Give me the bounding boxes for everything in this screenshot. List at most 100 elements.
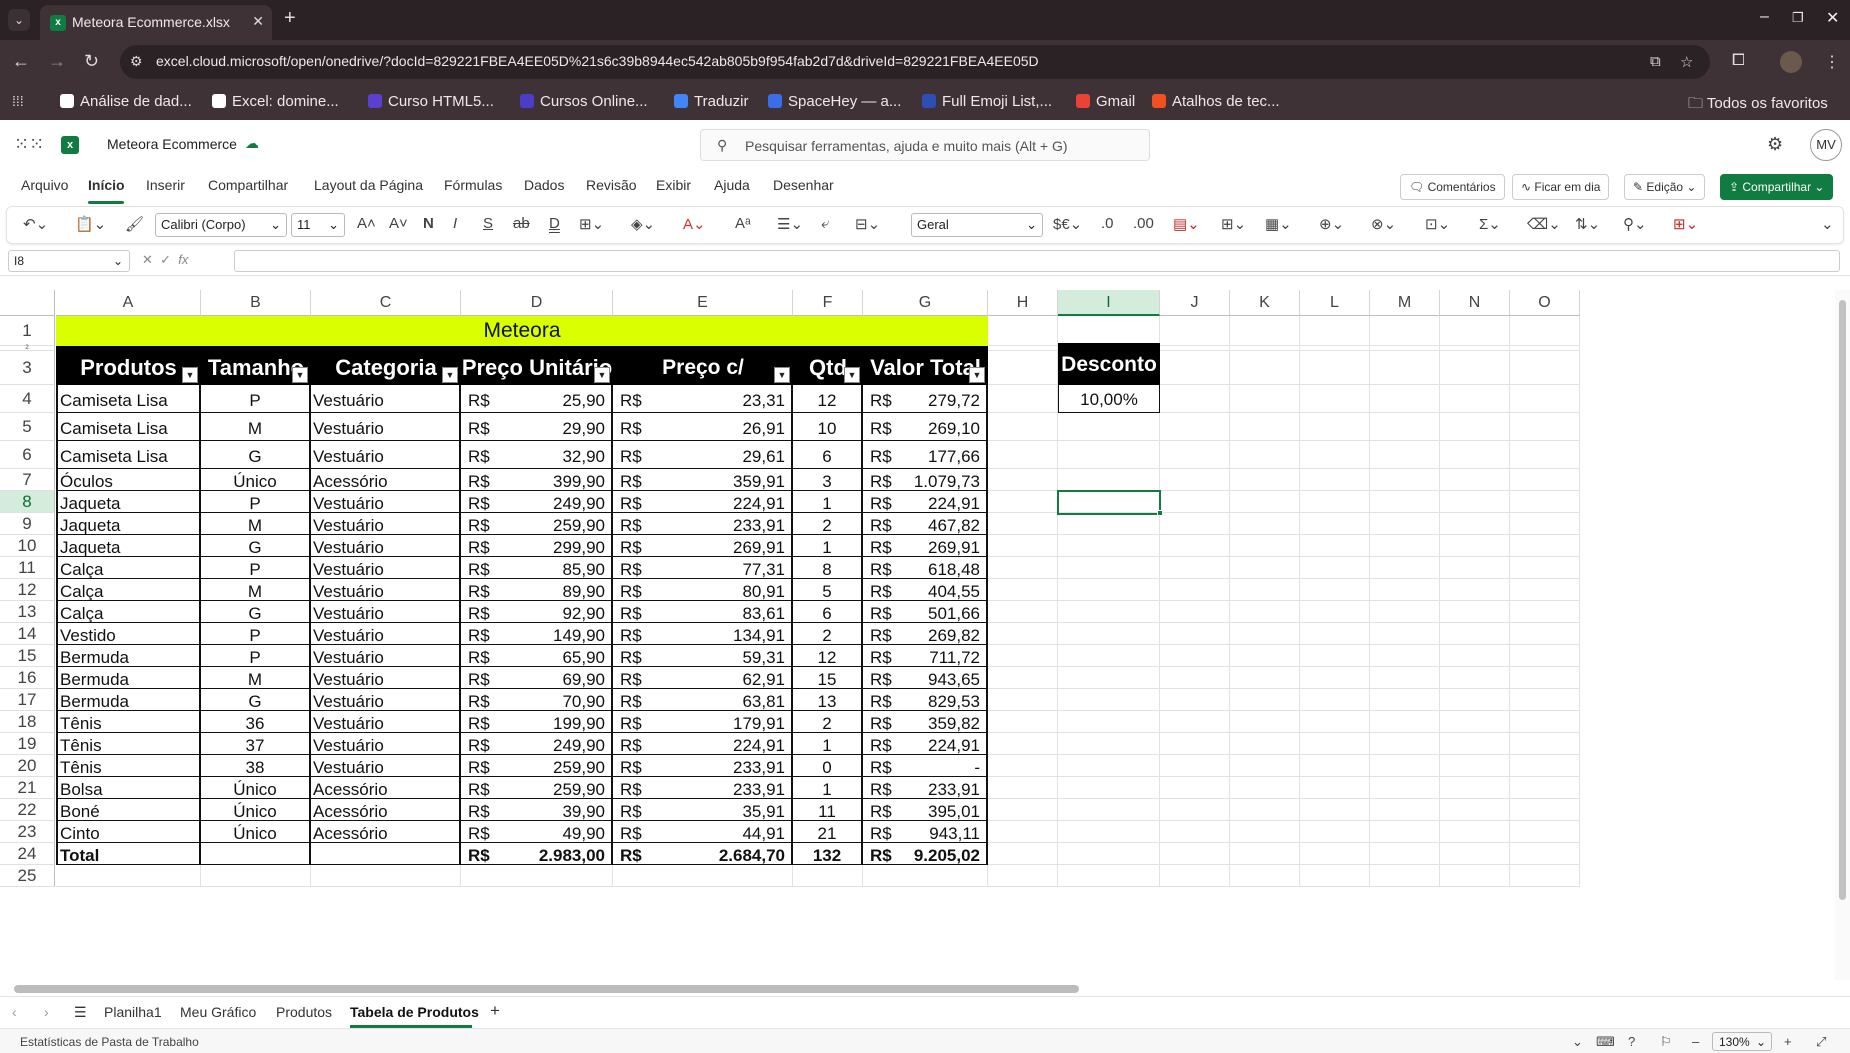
font-size-select[interactable]: 11 ⌄ — [291, 213, 345, 237]
table-cell[interactable]: R$ 829,53 — [863, 689, 988, 711]
table-cell[interactable]: M — [201, 413, 311, 441]
row-header-18[interactable]: 18 — [0, 711, 55, 733]
total-cell[interactable]: R$ 9.205,02 — [863, 843, 988, 865]
sheet-tab-tabela-de-produtos[interactable]: Tabela de Produtos — [350, 1004, 479, 1020]
table-cell[interactable]: Vestuário — [311, 535, 461, 557]
table-cell[interactable]: Vestuário — [311, 667, 461, 689]
decrease-font-icon[interactable]: A˅ — [389, 215, 408, 232]
url-text[interactable]: excel.cloud.microsoft/open/onedrive/?doc… — [156, 53, 1039, 69]
format-painter-icon[interactable]: 🖌 — [125, 215, 144, 233]
table-cell[interactable]: Bermuda — [56, 689, 201, 711]
reload-icon[interactable]: ↻ — [84, 51, 99, 72]
table-cell[interactable]: Vestuário — [311, 755, 461, 777]
table-cell[interactable]: Tênis — [56, 755, 201, 777]
table-cell[interactable]: G — [201, 601, 311, 623]
row-header-17[interactable]: 17 — [0, 689, 55, 711]
settings-gear-icon[interactable]: ⚙ — [1767, 134, 1783, 155]
all-sheets-icon[interactable]: ☰ — [74, 1004, 87, 1021]
column-header-g[interactable]: G — [863, 290, 988, 316]
column-header-o[interactable]: O — [1510, 290, 1580, 316]
site-info-icon[interactable]: ⚙ — [130, 53, 143, 70]
table-cell[interactable]: R$ 62,91 — [613, 667, 793, 689]
table-cell[interactable]: R$ 77,31 — [613, 557, 793, 579]
table-cell[interactable]: R$ 49,90 — [461, 821, 613, 843]
table-cell[interactable]: 13 — [793, 689, 863, 711]
table-cell[interactable]: R$ 299,90 — [461, 535, 613, 557]
increase-decimal-icon[interactable]: .0 — [1101, 215, 1114, 232]
bookmark-item[interactable]: Gmail — [1076, 93, 1135, 110]
bookmark-item[interactable]: Cursos Online... — [520, 93, 648, 110]
tab-list-icon[interactable]: ⌄ — [8, 9, 30, 31]
table-cell[interactable]: R$ 177,66 — [863, 441, 988, 469]
row-header-21[interactable]: 21 — [0, 777, 55, 799]
table-cell[interactable]: R$ 399,90 — [461, 469, 613, 491]
underline-icon[interactable]: S — [483, 215, 493, 232]
cancel-icon[interactable]: ✕ — [142, 252, 153, 267]
increase-font-icon[interactable]: A˄ — [357, 215, 376, 232]
minimize-icon[interactable]: – — [1760, 8, 1769, 26]
tab-arquivo[interactable]: Arquivo — [21, 177, 68, 193]
vertical-scroll-thumb[interactable] — [1839, 300, 1846, 900]
table-cell[interactable]: Jaqueta — [56, 513, 201, 535]
table-cell[interactable]: 0 — [793, 755, 863, 777]
double-underline-icon[interactable]: D — [549, 215, 560, 232]
app-launcher-icon[interactable]: ⁙⁙ — [14, 134, 44, 155]
bookmark-item[interactable]: Excel: domine... — [212, 93, 339, 110]
row-header-14[interactable]: 14 — [0, 623, 55, 645]
table-cell[interactable]: 5 — [793, 579, 863, 601]
table-cell[interactable]: R$ 65,90 — [461, 645, 613, 667]
tab-desenhar[interactable]: Desenhar — [773, 177, 834, 193]
table-cell[interactable]: R$ 59,31 — [613, 645, 793, 667]
table-cell[interactable]: 2 — [793, 623, 863, 645]
column-header-m[interactable]: M — [1370, 290, 1440, 316]
table-cell[interactable]: 1 — [793, 733, 863, 755]
restore-icon[interactable]: ❐ — [1792, 10, 1804, 26]
user-avatar[interactable]: MV — [1810, 129, 1842, 161]
table-cell[interactable]: R$ 224,91 — [613, 733, 793, 755]
select-all-corner[interactable] — [0, 290, 55, 316]
row-header-12[interactable]: 12 — [0, 579, 55, 601]
column-header-i[interactable]: I — [1058, 290, 1160, 316]
tab-layout[interactable]: Layout da Página — [314, 177, 423, 193]
filter-dropdown-icon[interactable]: ▼ — [594, 367, 610, 383]
new-tab-icon[interactable]: + — [284, 8, 296, 28]
align-icon[interactable]: ☰⌄ — [777, 215, 803, 233]
font-settings-icon[interactable]: Aᵃ — [735, 215, 751, 232]
table-cell[interactable]: R$ 69,90 — [461, 667, 613, 689]
table-cell[interactable]: Único — [201, 799, 311, 821]
total-cell[interactable]: Total — [56, 843, 201, 865]
table-cell[interactable]: R$ 501,66 — [863, 601, 988, 623]
table-cell[interactable]: Tênis — [56, 711, 201, 733]
all-bookmarks[interactable]: 🗀 Todos os favoritos — [1688, 93, 1828, 118]
table-cell[interactable]: R$ 29,90 — [461, 413, 613, 441]
bookmark-item[interactable]: Full Emoji List,... — [922, 93, 1052, 110]
table-cell[interactable]: R$ 39,90 — [461, 799, 613, 821]
table-cell[interactable]: 2 — [793, 711, 863, 733]
ribbon-expand-icon[interactable]: ⌄ — [1821, 215, 1834, 233]
row-header-15[interactable]: 15 — [0, 645, 55, 667]
table-cell[interactable]: R$ 259,90 — [461, 513, 613, 535]
cell-styles-icon[interactable]: ▦⌄ — [1265, 215, 1292, 233]
tab-dados[interactable]: Dados — [524, 177, 564, 193]
next-sheet-icon[interactable]: › — [44, 1004, 49, 1020]
table-cell[interactable]: Acessório — [311, 821, 461, 843]
table-cell[interactable]: Jaqueta — [56, 491, 201, 513]
row-header-1[interactable]: 1 — [0, 316, 55, 346]
bookmark-item[interactable]: Curso HTML5... — [368, 93, 494, 110]
table-cell[interactable]: 12 — [793, 645, 863, 667]
row-header-6[interactable]: 6 — [0, 441, 55, 469]
confirm-icon[interactable]: ✓ — [160, 252, 171, 267]
table-cell[interactable]: 8 — [793, 557, 863, 579]
table-cell[interactable]: R$ 179,91 — [613, 711, 793, 733]
total-cell[interactable]: R$ 2.684,70 — [613, 843, 793, 865]
filter-dropdown-icon[interactable]: ▼ — [442, 367, 458, 383]
table-cell[interactable]: P — [201, 557, 311, 579]
sheet-tab-meu-grafico[interactable]: Meu Gráfico — [180, 1004, 256, 1020]
row-header-19[interactable]: 19 — [0, 733, 55, 755]
total-cell[interactable]: R$ 2.983,00 — [461, 843, 613, 865]
table-cell[interactable]: R$ 249,90 — [461, 491, 613, 513]
table-cell[interactable]: R$ 467,82 — [863, 513, 988, 535]
editing-mode-button[interactable]: ✎ Edição ⌄ — [1624, 174, 1706, 200]
table-cell[interactable]: Vestuário — [311, 491, 461, 513]
filter-dropdown-icon[interactable]: ▼ — [182, 367, 198, 383]
